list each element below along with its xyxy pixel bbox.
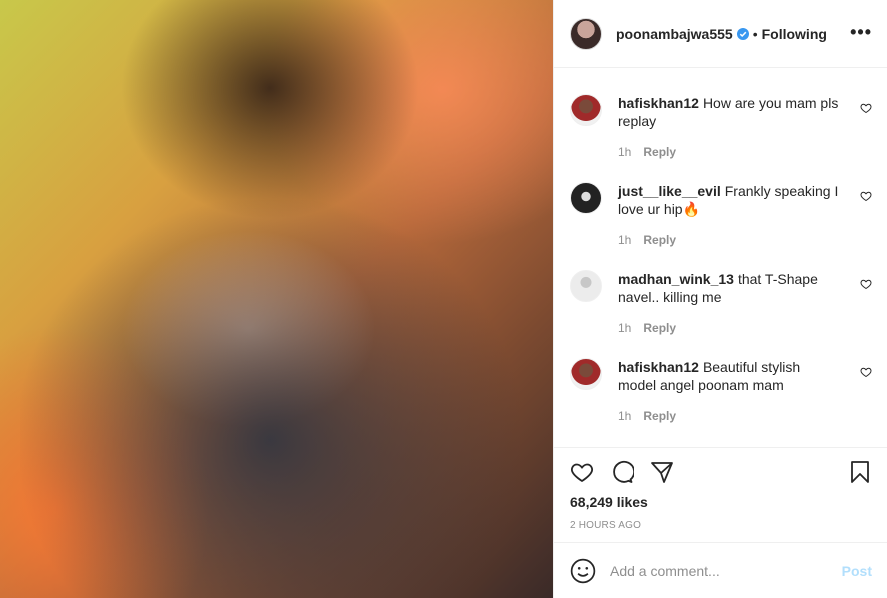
save-bookmark-icon[interactable]: [848, 460, 872, 484]
comment-bubble-icon[interactable]: [610, 460, 634, 484]
comments-list: hafiskhan12 How are you mam pls replay 1h…: [554, 69, 887, 447]
reply-button[interactable]: Reply: [643, 233, 676, 247]
reply-button[interactable]: Reply: [643, 321, 676, 335]
comment-time: 1h: [618, 409, 632, 423]
commenter-avatar[interactable]: [570, 270, 602, 302]
comment-username[interactable]: just__like__evil: [618, 183, 721, 199]
author-avatar[interactable]: [570, 17, 602, 50]
post-actions: 68,249 likes 2 HOURS AGO: [554, 447, 887, 542]
comment-body: madhan_wink_13 that T-Shape navel.. killi…: [618, 270, 840, 306]
post-photo[interactable]: [0, 0, 553, 598]
commenter-avatar[interactable]: [570, 358, 602, 390]
separator-dot: •: [752, 25, 758, 42]
comment-like-heart-icon[interactable]: [860, 102, 872, 114]
instagram-post: poonambajwa555 • Following ••• hafiskhan…: [0, 0, 887, 598]
comment-meta: 1h Reply: [618, 409, 676, 423]
comment-meta: 1h Reply: [618, 233, 676, 247]
share-paper-plane-icon[interactable]: [650, 460, 674, 484]
emoji-icon[interactable]: [570, 558, 596, 584]
comment-time: 1h: [618, 145, 632, 159]
comment-like-heart-icon[interactable]: [860, 366, 872, 378]
comment-body: just__like__evil Frankly speaking I love …: [618, 182, 840, 218]
commenter-avatar[interactable]: [570, 94, 602, 126]
comment-username[interactable]: hafiskhan12: [618, 359, 699, 375]
comment-username[interactable]: madhan_wink_13: [618, 271, 734, 287]
more-options-icon[interactable]: •••: [850, 22, 872, 42]
author-username[interactable]: poonambajwa555: [616, 26, 733, 42]
comment-username[interactable]: hafiskhan12: [618, 95, 699, 111]
add-comment-bar: Post: [554, 542, 887, 598]
comment-like-heart-icon[interactable]: [860, 190, 872, 202]
comment-body: hafiskhan12 Beautiful stylish model angel…: [618, 358, 840, 394]
comment-time: 1h: [618, 233, 632, 247]
comment-body: hafiskhan12 How are you mam pls replay: [618, 94, 840, 130]
verified-badge-icon: [736, 27, 749, 40]
likes-count[interactable]: 68,249 likes: [570, 494, 648, 510]
reply-button[interactable]: Reply: [643, 145, 676, 159]
post-header: poonambajwa555 • Following •••: [554, 0, 887, 68]
commenter-avatar[interactable]: [570, 182, 602, 214]
comment-meta: 1h Reply: [618, 145, 676, 159]
photo-shade-top: [120, 0, 420, 220]
photo-shade-middle: [20, 200, 520, 598]
post-side-panel: poonambajwa555 • Following ••• hafiskhan…: [553, 0, 887, 598]
comment-input[interactable]: [610, 562, 842, 579]
post-timestamp[interactable]: 2 HOURS AGO: [570, 520, 641, 531]
reply-button[interactable]: Reply: [643, 409, 676, 423]
like-heart-icon[interactable]: [570, 460, 594, 484]
comment-time: 1h: [618, 321, 632, 335]
comment-like-heart-icon[interactable]: [860, 278, 872, 290]
comment-meta: 1h Reply: [618, 321, 676, 335]
following-button[interactable]: Following: [762, 26, 827, 42]
post-comment-button[interactable]: Post: [842, 563, 872, 579]
